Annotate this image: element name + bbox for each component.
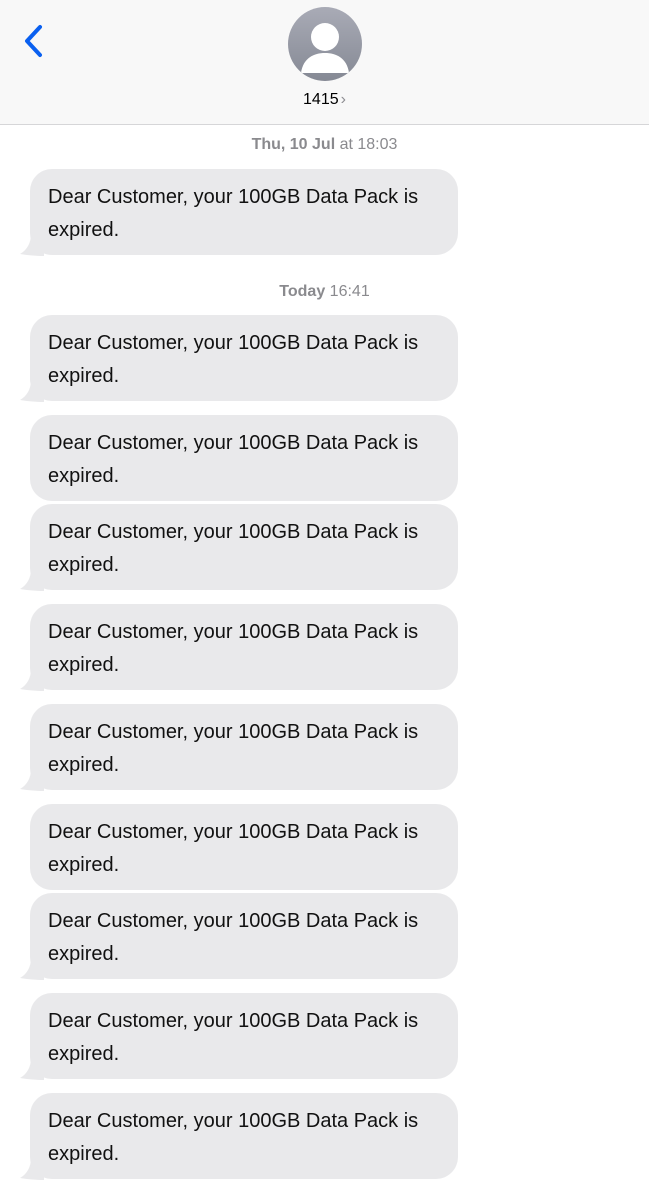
message-bubble[interactable]: Dear Customer, your 100GB Data Pack is e… [20, 504, 458, 591]
message-text: Dear Customer, your 100GB Data Pack is e… [48, 1010, 419, 1065]
avatar[interactable] [288, 7, 362, 81]
message-bubble[interactable]: Dear Customer, your 100GB Data Pack is e… [20, 993, 458, 1080]
timestamp-time: 16:41 [329, 283, 370, 300]
chevron-left-icon [25, 25, 42, 57]
bubble-tail [20, 569, 44, 591]
message-text: Dear Customer, your 100GB Data Pack is e… [48, 621, 419, 676]
bubble-tail [20, 1058, 44, 1080]
message-text: Dear Customer, your 100GB Data Pack is e… [48, 721, 419, 776]
message-bubble[interactable]: Dear Customer, your 100GB Data Pack is e… [20, 893, 458, 980]
message-bubble[interactable]: Dear Customer, your 100GB Data Pack is e… [30, 415, 458, 501]
message-bubble[interactable]: Dear Customer, your 100GB Data Pack is e… [20, 169, 458, 256]
message-bubble[interactable]: Dear Customer, your 100GB Data Pack is e… [20, 604, 458, 691]
message-text: Dear Customer, your 100GB Data Pack is e… [48, 821, 419, 876]
bubble-tail [20, 234, 44, 256]
chevron-right-icon: › [340, 91, 346, 108]
message-bubble[interactable]: Dear Customer, your 100GB Data Pack is e… [30, 804, 458, 890]
message-bubble[interactable]: Dear Customer, your 100GB Data Pack is e… [20, 1093, 458, 1180]
timestamp-day: Thu, 10 Jul [251, 136, 336, 153]
contact-name-button[interactable]: 1415 › [0, 90, 649, 110]
bubble-tail [20, 1158, 44, 1180]
conversation-header: 1415 › [0, 0, 649, 125]
message-text: Dear Customer, your 100GB Data Pack is e… [48, 910, 419, 965]
bubble-tail [20, 669, 44, 691]
message-text: Dear Customer, your 100GB Data Pack is e… [48, 332, 419, 387]
message-bubble[interactable]: Dear Customer, your 100GB Data Pack is e… [20, 704, 458, 791]
timestamp-day: Today [279, 283, 326, 300]
person-silhouette-icon [301, 23, 349, 73]
message-text: Dear Customer, your 100GB Data Pack is e… [48, 432, 419, 487]
message-bubble[interactable]: Dear Customer, your 100GB Data Pack is e… [20, 315, 458, 402]
timestamp-divider: Today 16:41 [0, 283, 649, 301]
timestamp-time: at 18:03 [339, 136, 398, 153]
message-text: Dear Customer, your 100GB Data Pack is e… [48, 1110, 419, 1165]
message-text: Dear Customer, your 100GB Data Pack is e… [48, 521, 419, 576]
timestamp-divider: Thu, 10 Jul at 18:03 [0, 136, 649, 154]
bubble-tail [20, 769, 44, 791]
contact-name: 1415 [303, 91, 339, 108]
bubble-tail [20, 958, 44, 980]
message-text: Dear Customer, your 100GB Data Pack is e… [48, 186, 419, 241]
back-button[interactable] [18, 22, 54, 62]
bubble-tail [20, 380, 44, 402]
